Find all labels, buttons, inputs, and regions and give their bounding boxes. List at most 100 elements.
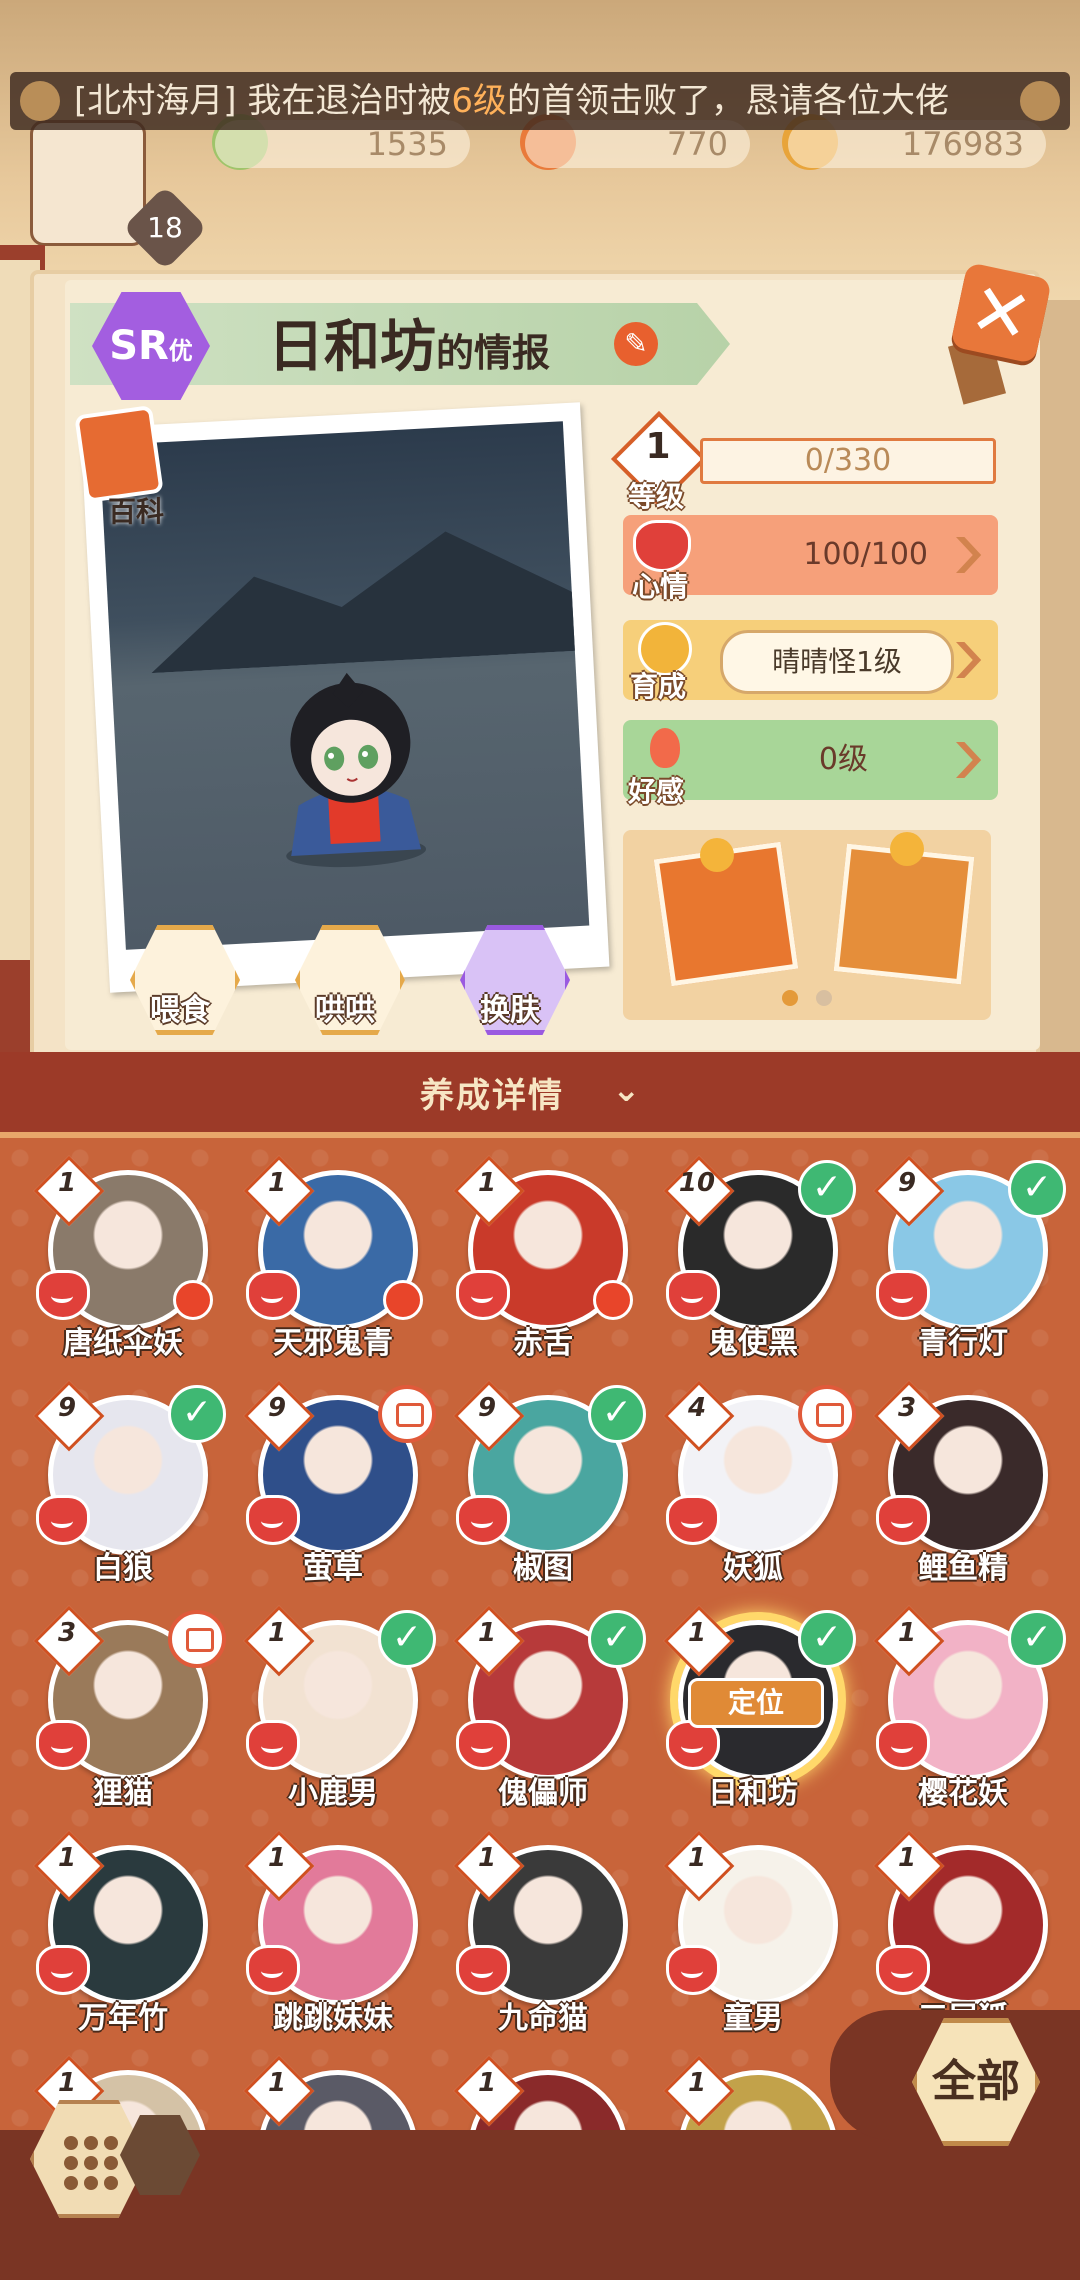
player-level-badge: 18 [122, 185, 208, 271]
roster-item[interactable]: 10 ✓ 鬼使黑 [648, 1150, 858, 1370]
page-dot[interactable] [816, 990, 832, 1006]
level-text: 3 [897, 1393, 917, 1423]
check-icon: ✓ [168, 1385, 226, 1443]
check-icon: ✓ [378, 1610, 436, 1668]
character-name: 椒图 [513, 1551, 573, 1586]
character-name: 万年竹 [78, 2001, 168, 2036]
grow-label: 育成 [630, 670, 687, 703]
heart-icon [876, 1945, 930, 1995]
level-text: 1 [477, 1168, 497, 1198]
heart-icon [456, 1720, 510, 1770]
roster-item[interactable]: 1 九命猫 [438, 1825, 648, 2045]
check-icon: ✓ [798, 1610, 856, 1668]
grow-status-tag: 晴晴怪1级 [720, 630, 954, 694]
speech-bubble-icon [798, 1385, 856, 1443]
close-button[interactable]: ✕ [949, 261, 1053, 365]
heart-icon [246, 1495, 300, 1545]
level-text: 1 [477, 1618, 497, 1648]
locate-tag[interactable]: 定位 [688, 1678, 824, 1728]
roster-item[interactable]: 1 ✓ 傀儡师 [438, 1600, 648, 1820]
character-name: 鲤鱼精 [918, 1551, 1008, 1586]
level-text: 10 [678, 1168, 716, 1198]
check-icon: ✓ [588, 1610, 646, 1668]
roster-item[interactable]: 1 唐纸伞妖 [18, 1150, 228, 1370]
character-scene [99, 421, 590, 950]
character-name: 小鹿男 [288, 1776, 378, 1811]
favor-egg-icon [650, 728, 680, 768]
level-text: 1 [57, 2068, 77, 2098]
heart-icon [876, 1495, 930, 1545]
heart-icon [36, 1945, 90, 1995]
heart-icon [456, 1945, 510, 1995]
roster-item[interactable]: 9 ✓ 椒图 [438, 1375, 648, 1595]
roster-item[interactable]: 3 鲤鱼精 [858, 1375, 1068, 1595]
character-name: 鬼使黑 [708, 1326, 798, 1361]
roster-item[interactable]: 9 ✓ 白狼 [18, 1375, 228, 1595]
roster-item[interactable]: 1 ✓ 小鹿男 [228, 1600, 438, 1820]
roster-item[interactable]: 1 童男 [648, 1825, 858, 2045]
roster-item[interactable]: 1 ✓ 定位 日和坊 [648, 1600, 858, 1820]
page-dot-active[interactable] [782, 990, 798, 1006]
level-text: 1 [897, 1618, 917, 1648]
roster-item[interactable]: 3 狸猫 [18, 1600, 228, 1820]
heart-icon [876, 1720, 930, 1770]
character-name: 赤舌 [513, 1326, 573, 1361]
character-name: 妖狐 [723, 1551, 783, 1586]
heart-icon [36, 1720, 90, 1770]
level-text: 9 [57, 1393, 77, 1423]
chevron-right-icon [956, 742, 982, 778]
character-name: 傀儡师 [498, 1776, 588, 1811]
chevron-right-icon [956, 537, 982, 573]
edit-name-button[interactable]: ✎ [614, 322, 658, 366]
exp-bar: 0/330 [700, 438, 996, 484]
check-icon: ✓ [1008, 1160, 1066, 1218]
level-text: 1 [687, 1843, 707, 1873]
level-text: 1 [267, 1168, 287, 1198]
character-name: 天邪鬼青 [273, 1326, 393, 1361]
heart-icon [666, 1495, 720, 1545]
roster-item[interactable]: 1 ✓ 樱花妖 [858, 1600, 1068, 1820]
roster-item[interactable]: 1 [228, 2050, 438, 2130]
level-value: 1 [645, 426, 671, 467]
marquee-prefix: [北村海月] 我在退治时被 [74, 81, 452, 121]
favor-label: 好感 [628, 775, 685, 808]
level-text: 1 [477, 1843, 497, 1873]
roster-item[interactable]: 1 天邪鬼青 [228, 1150, 438, 1370]
feed-label: 喂食 [150, 993, 210, 1028]
roster-item[interactable]: 9 萤草 [228, 1375, 438, 1595]
speech-bubble-icon [168, 1610, 226, 1668]
encyclopedia-label: 百科 [108, 495, 165, 528]
chevron-right-icon [956, 642, 982, 678]
roster-item[interactable]: 9 ✓ 青行灯 [858, 1150, 1068, 1370]
heart-icon [246, 1270, 300, 1320]
mood-value: 100/100 [803, 537, 928, 572]
flower-icon [1020, 81, 1060, 121]
roster-item[interactable]: 1 [438, 2050, 648, 2130]
roster-item[interactable]: 4 妖狐 [648, 1375, 858, 1595]
notification-dot [173, 1280, 213, 1320]
heart-icon [456, 1495, 510, 1545]
marquee-suffix: 的首领击败了，恳请各位大佬 [506, 81, 949, 121]
encyclopedia-icon[interactable] [74, 405, 164, 503]
pin-face-icon [700, 838, 734, 872]
heart-icon [666, 1270, 720, 1320]
check-icon: ✓ [1008, 1610, 1066, 1668]
character-name: 萤草 [303, 1551, 363, 1586]
marquee-highlight: 6级 [451, 81, 507, 121]
roster-item[interactable]: 1 跳跳妹妹 [228, 1825, 438, 2045]
check-icon: ✓ [798, 1160, 856, 1218]
level-label: 等级 [628, 480, 685, 513]
speech-bubble-icon [378, 1385, 436, 1443]
roster-item[interactable]: 1 [648, 2050, 858, 2130]
heart-icon [246, 1720, 300, 1770]
skin-label: 换肤 [480, 993, 540, 1028]
roster-item[interactable]: 1 万年竹 [18, 1825, 228, 2045]
level-text: 1 [267, 1843, 287, 1873]
roster-item[interactable]: 1 赤舌 [438, 1150, 648, 1370]
mood-label: 心情 [632, 570, 689, 603]
page-title: 日和坊的情报 [268, 315, 551, 380]
level-text: 1 [687, 1618, 707, 1648]
character-name: 狸猫 [93, 1776, 153, 1811]
character-name: 九命猫 [498, 2001, 588, 2036]
coax-label: 哄哄 [315, 993, 375, 1028]
